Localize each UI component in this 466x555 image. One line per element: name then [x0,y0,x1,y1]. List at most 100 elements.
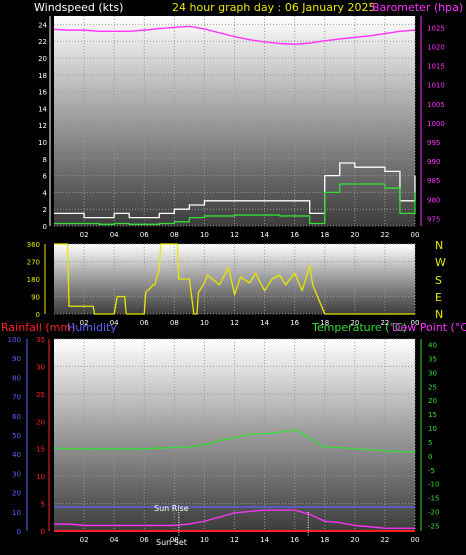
windspeed-y-tick-label: 2 [43,206,47,214]
temperature-x-tick-label: 12 [230,536,239,544]
barometer-y-tick-label: 1010 [427,82,445,90]
windspeed-y-tick-label: 20 [38,55,47,63]
windspeed-y-tick-label: 24 [38,21,47,29]
weather-graph: Windspeed (kts) 24 hour graph day : 06 J… [1,1,466,547]
barometer-y-tick-label: 1000 [427,120,445,128]
direction-y-tick-label: 360 [27,241,40,249]
compass-label-w: W [435,256,446,269]
humidity-axis-title: Humidity [67,321,117,334]
windspeed-y-tick-label: 14 [38,105,47,113]
wind-x-tick-label: 06 [140,231,149,239]
direction-y-tick-label: 90 [31,294,40,302]
barometer-y-tick-label: 1020 [427,44,445,52]
temperature-y-tick-label: 35 [428,355,437,363]
windspeed-y-tick-label: 12 [38,122,47,130]
compass-label-n-top: N [435,239,443,252]
windspeed-y-tick-label: 6 [43,173,48,181]
windspeed-y-tick-label: 22 [38,38,47,46]
rainfall-axis-title: Rainfall (mm) [1,321,75,334]
humidity-y-tick-label: 70 [12,394,21,402]
temperature-x-tick-label: 22 [380,536,389,544]
direction-x-tick-label: 06 [140,319,149,327]
temperature-y-tick-label: 5 [428,439,432,447]
wind-x-tick-label: 08 [170,231,179,239]
direction-x-tick-label: 10 [200,319,209,327]
direction-y-tick-label: 180 [27,276,40,284]
temperature-y-tick-label: 20 [428,397,437,405]
rainfall-y-tick-label: 15 [36,446,45,454]
temperature-y-tick-label: -5 [428,467,435,475]
temperature-y-tick-label: 40 [428,342,437,350]
wind-x-tick-label: 16 [290,231,299,239]
rainfall-y-tick-label: 30 [36,363,45,371]
direction-x-tick-label: 12 [230,319,239,327]
humidity-y-tick-label: 30 [12,470,21,478]
direction-y-tick-label: 0 [36,311,40,319]
wind-x-tick-label: 12 [230,231,239,239]
barometer-y-tick-label: 1005 [427,101,445,109]
temperature-y-tick-label: -25 [428,522,439,530]
rainfall-y-tick-label: 5 [41,501,45,509]
barometer-y-tick-label: 985 [427,177,440,185]
wind-x-tick-label: 14 [260,231,269,239]
wind-x-tick-label: 10 [200,231,209,239]
rainfall-y-tick-label: 20 [36,418,45,426]
rainfall-y-tick-label: 0 [41,528,45,536]
compass-label-e: E [435,291,442,304]
windspeed-y-tick-label: 4 [43,189,48,197]
compass-label-n-bottom: N [435,308,443,321]
humidity-y-tick-label: 0 [17,528,21,536]
temperature-x-tick-label: 00 [411,536,420,544]
temperature-x-tick-label: 10 [200,536,209,544]
windspeed-y-tick-label: 16 [38,89,47,97]
windspeed-y-tick-label: 10 [38,139,47,147]
windspeed-axis-title: Windspeed (kts) [34,1,123,14]
wind-x-tick-label: 22 [380,231,389,239]
sunrise-label: Sun Rise [154,504,189,513]
humidity-y-tick-label: 50 [12,432,21,440]
barometer-y-tick-label: 975 [427,215,440,223]
windspeed-y-tick-label: 18 [38,72,47,80]
humidity-y-tick-label: 90 [12,355,21,363]
windspeed-y-tick-label: 0 [43,223,47,231]
wind-x-tick-label: 02 [80,231,89,239]
temperature-x-tick-label: 16 [290,536,299,544]
direction-y-tick-label: 270 [27,259,40,267]
wind-x-tick-label: 04 [110,231,119,239]
humidity-y-tick-label: 100 [8,336,21,344]
barometer-axis-title: Barometer (hpa) [372,1,463,14]
humidity-y-tick-label: 60 [12,413,21,421]
temperature-y-tick-label: 10 [428,425,437,433]
temperature-y-tick-label: 25 [428,383,437,391]
rainfall-y-tick-label: 35 [36,336,45,344]
wind-x-tick-label: 00 [411,231,420,239]
wind-x-tick-label: 18 [320,231,329,239]
barometer-y-tick-label: 990 [427,158,440,166]
temperature-y-tick-label: 15 [428,411,437,419]
rainfall-y-tick-label: 25 [36,391,45,399]
humidity-y-tick-label: 40 [12,451,21,459]
barometer-y-tick-label: 1025 [427,24,445,32]
temperature-x-tick-label: 14 [260,536,269,544]
temperature-x-tick-label: 20 [350,536,359,544]
humidity-y-tick-label: 20 [12,490,21,498]
temperature-x-tick-label: 18 [320,536,329,544]
temperature-y-tick-label: -10 [428,481,439,489]
dewpoint-axis-title: Dew Point (°C) [392,321,466,334]
barometer-y-tick-label: 980 [427,196,440,204]
temperature-x-tick-label: 06 [140,536,149,544]
temperature-y-tick-label: -20 [428,509,439,517]
compass-label-s: S [435,274,442,287]
direction-x-tick-label: 08 [170,319,179,327]
sunset-label: Sun Set [156,538,187,547]
direction-x-tick-label: 16 [290,319,299,327]
temperature-y-tick-label: -15 [428,495,439,503]
barometer-y-tick-label: 1015 [427,63,445,71]
direction-x-tick-label: 14 [260,319,269,327]
windspeed-y-tick-label: 8 [43,156,47,164]
temperature-x-tick-label: 02 [80,536,89,544]
rainfall-y-tick-label: 10 [36,473,45,481]
temperature-y-tick-label: 30 [428,369,437,377]
humidity-y-tick-label: 80 [12,374,21,382]
humidity-y-tick-label: 10 [12,509,21,517]
